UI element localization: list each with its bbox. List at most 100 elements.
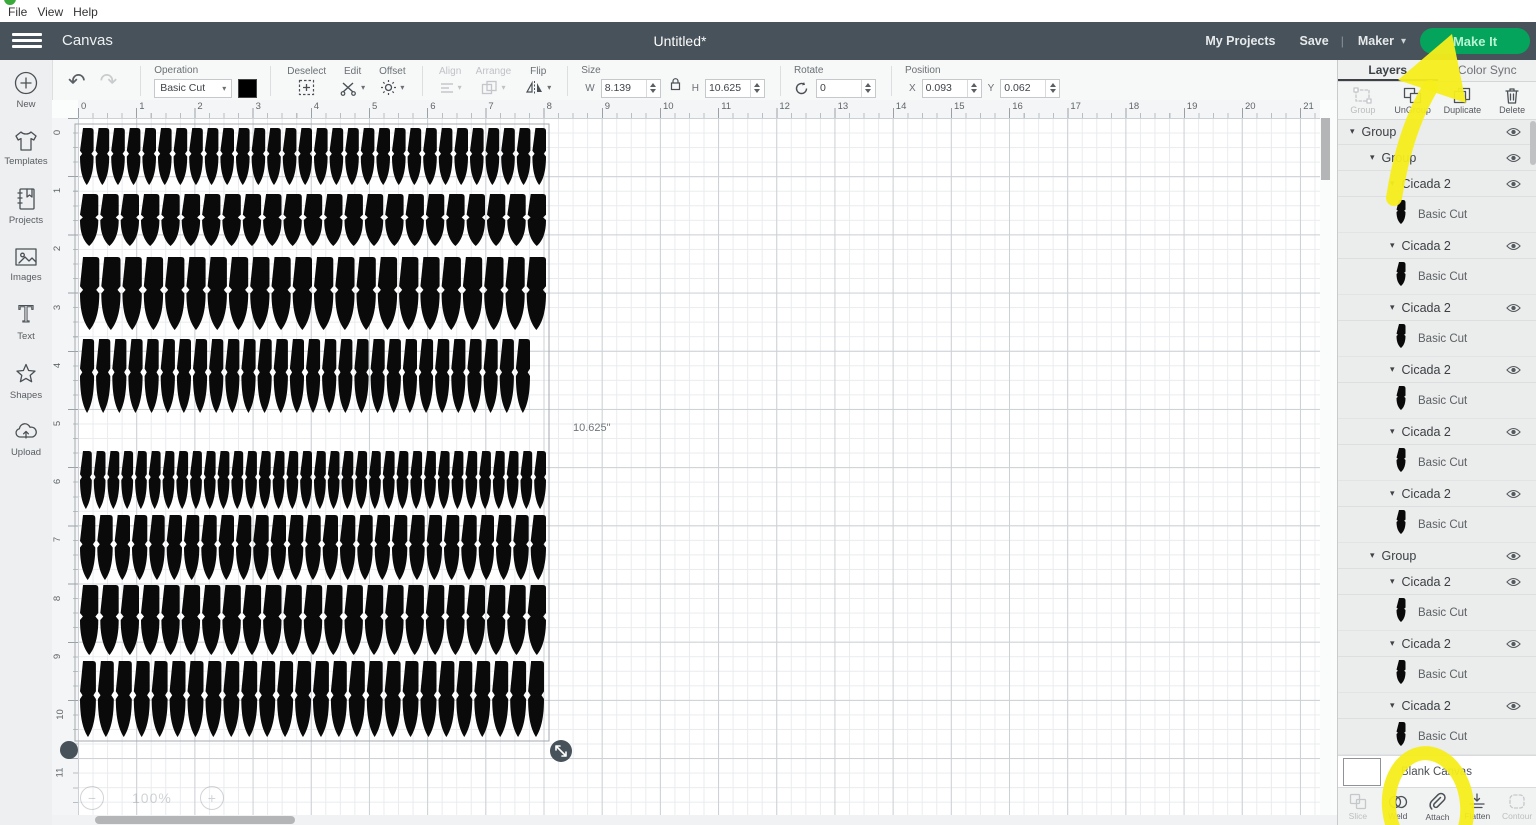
chevron-down-icon[interactable]: ▾ <box>1390 576 1395 587</box>
redo-icon[interactable]: ↷ <box>100 69 118 94</box>
lock-icon[interactable] <box>669 77 682 91</box>
delete-button[interactable]: Delete <box>1487 82 1536 119</box>
layer-group-row[interactable]: ▾Group <box>1338 119 1536 145</box>
sidebar-item-images[interactable]: Images <box>0 235 52 292</box>
scrollbar-thumb[interactable] <box>1321 118 1330 180</box>
my-projects-link[interactable]: My Projects <box>1205 34 1275 48</box>
width-input[interactable] <box>602 81 646 96</box>
layer-cut-row[interactable]: Basic Cut <box>1338 507 1536 543</box>
layer-cut-row[interactable]: Basic Cut <box>1338 445 1536 481</box>
visibility-eye-icon[interactable] <box>1506 486 1521 504</box>
layer-cut-row[interactable]: Basic Cut <box>1338 259 1536 295</box>
sidebar-item-new[interactable]: New <box>0 60 52 119</box>
panel-scrollbar[interactable] <box>1530 119 1536 755</box>
rotate-stepper[interactable] <box>861 80 875 97</box>
visibility-eye-icon[interactable] <box>1506 574 1521 592</box>
chevron-down-icon[interactable]: ▾ <box>1370 152 1375 163</box>
zoom-out-button[interactable]: − <box>80 786 104 810</box>
color-swatch[interactable] <box>238 79 257 98</box>
deselect-button[interactable]: Deselect <box>287 66 326 97</box>
visibility-eye-icon[interactable] <box>1506 176 1521 194</box>
position-y-input[interactable] <box>1001 81 1045 96</box>
chevron-down-icon[interactable]: ▾ <box>1390 700 1395 711</box>
position-x-input[interactable] <box>923 81 967 96</box>
slice-button[interactable]: Slice <box>1338 788 1378 825</box>
save-link[interactable]: Save <box>1300 34 1329 48</box>
layer-item-row[interactable]: ▾Cicada 2 <box>1338 419 1536 445</box>
canvas-vertical-scrollbar[interactable] <box>1320 118 1331 815</box>
group-button[interactable]: Group <box>1338 82 1388 119</box>
align-button[interactable]: Align ▾ <box>439 66 462 97</box>
layer-item-row[interactable]: ▾Cicada 2 <box>1338 481 1536 507</box>
visibility-eye-icon[interactable] <box>1506 698 1521 716</box>
layer-item-row[interactable]: ▾Cicada 2 <box>1338 171 1536 197</box>
chevron-down-icon[interactable]: ▾ <box>1350 126 1355 137</box>
tab-color-sync[interactable]: Color Sync <box>1438 60 1536 81</box>
visibility-eye-icon[interactable] <box>1506 300 1521 318</box>
contour-button[interactable]: Contour <box>1497 788 1536 825</box>
menu-item-help[interactable]: Help <box>73 5 98 19</box>
sidebar-item-text[interactable]: TText <box>0 292 52 351</box>
height-stepper[interactable] <box>750 80 764 97</box>
visibility-eye-icon[interactable] <box>1506 424 1521 442</box>
menu-item-file[interactable]: File <box>8 5 27 19</box>
chevron-down-icon[interactable]: ▾ <box>1390 488 1395 499</box>
zoom-in-button[interactable]: + <box>200 786 224 810</box>
layer-cut-row[interactable]: Basic Cut <box>1338 595 1536 631</box>
chevron-down-icon[interactable]: ▾ <box>1390 302 1395 313</box>
sidebar-item-templates[interactable]: Templates <box>0 119 52 176</box>
layer-group-row[interactable]: ▾Group <box>1338 543 1536 569</box>
position-x-stepper[interactable] <box>967 80 981 97</box>
chevron-down-icon[interactable]: ▾ <box>1390 638 1395 649</box>
visibility-eye-icon[interactable] <box>1506 362 1521 380</box>
chevron-down-icon[interactable]: ▾ <box>1390 364 1395 375</box>
flip-button[interactable]: Flip ▾ <box>525 66 551 97</box>
visibility-eye-icon[interactable] <box>1506 124 1521 142</box>
arrange-button[interactable]: Arrange ▾ <box>476 66 512 97</box>
edit-button[interactable]: Edit ▾ <box>340 66 365 97</box>
chevron-down-icon[interactable]: ▾ <box>1390 240 1395 251</box>
undo-icon[interactable]: ↶ <box>68 69 86 94</box>
layer-cut-row[interactable]: Basic Cut <box>1338 383 1536 419</box>
width-stepper[interactable] <box>646 80 660 97</box>
scrollbar-thumb[interactable] <box>1530 121 1536 165</box>
visibility-eye-icon[interactable] <box>1506 548 1521 566</box>
canvas-grid[interactable] <box>78 118 1320 825</box>
make-it-button[interactable]: Make It <box>1420 28 1530 54</box>
layer-item-row[interactable]: ▾Cicada 2 <box>1338 357 1536 383</box>
layer-cut-row[interactable]: Basic Cut <box>1338 197 1536 233</box>
scrollbar-thumb[interactable] <box>95 816 295 824</box>
hamburger-menu-icon[interactable] <box>12 30 42 52</box>
sidebar-item-shapes[interactable]: Shapes <box>0 351 52 410</box>
layer-cut-row[interactable]: Basic Cut <box>1338 321 1536 357</box>
canvas-color-swatch[interactable] <box>1343 758 1381 786</box>
duplicate-button[interactable]: Duplicate <box>1438 82 1488 119</box>
layer-item-row[interactable]: ▾Cicada 2 <box>1338 569 1536 595</box>
weld-button[interactable]: Weld <box>1378 788 1418 825</box>
blank-canvas-row[interactable]: Blank Canvas <box>1338 755 1536 788</box>
layer-item-row[interactable]: ▾Cicada 2 <box>1338 631 1536 657</box>
sidebar-item-projects[interactable]: Projects <box>0 176 52 235</box>
tab-layers[interactable]: Layers <box>1338 60 1438 81</box>
attach-button[interactable]: Attach <box>1418 788 1458 825</box>
offset-button[interactable]: Offset ▾ <box>379 66 406 97</box>
layer-cut-row[interactable]: Basic Cut <box>1338 657 1536 693</box>
height-input[interactable] <box>706 81 750 96</box>
flatten-button[interactable]: Flatten <box>1457 788 1497 825</box>
visibility-eye-icon[interactable] <box>1506 150 1521 168</box>
layer-group-row[interactable]: ▾Group <box>1338 145 1536 171</box>
sidebar-item-upload[interactable]: Upload <box>0 410 52 467</box>
machine-selector[interactable]: Maker ▾ <box>1358 34 1406 48</box>
ungroup-button[interactable]: UnGroup <box>1388 82 1438 119</box>
layer-item-row[interactable]: ▾Cicada 2 <box>1338 295 1536 321</box>
chevron-down-icon[interactable]: ▾ <box>1390 178 1395 189</box>
visibility-eye-icon[interactable] <box>1506 238 1521 256</box>
layer-item-row[interactable]: ▾Cicada 2 <box>1338 233 1536 259</box>
chevron-down-icon[interactable]: ▾ <box>1390 426 1395 437</box>
operation-select[interactable]: Basic Cut ▾ <box>154 79 232 98</box>
position-y-stepper[interactable] <box>1045 80 1059 97</box>
canvas-area[interactable]: 0123456789101112131415161718192021 01234… <box>52 100 1337 825</box>
rotate-input[interactable] <box>817 81 861 96</box>
canvas-horizontal-scrollbar[interactable] <box>52 815 1337 825</box>
layer-item-row[interactable]: ▾Cicada 2 <box>1338 693 1536 719</box>
